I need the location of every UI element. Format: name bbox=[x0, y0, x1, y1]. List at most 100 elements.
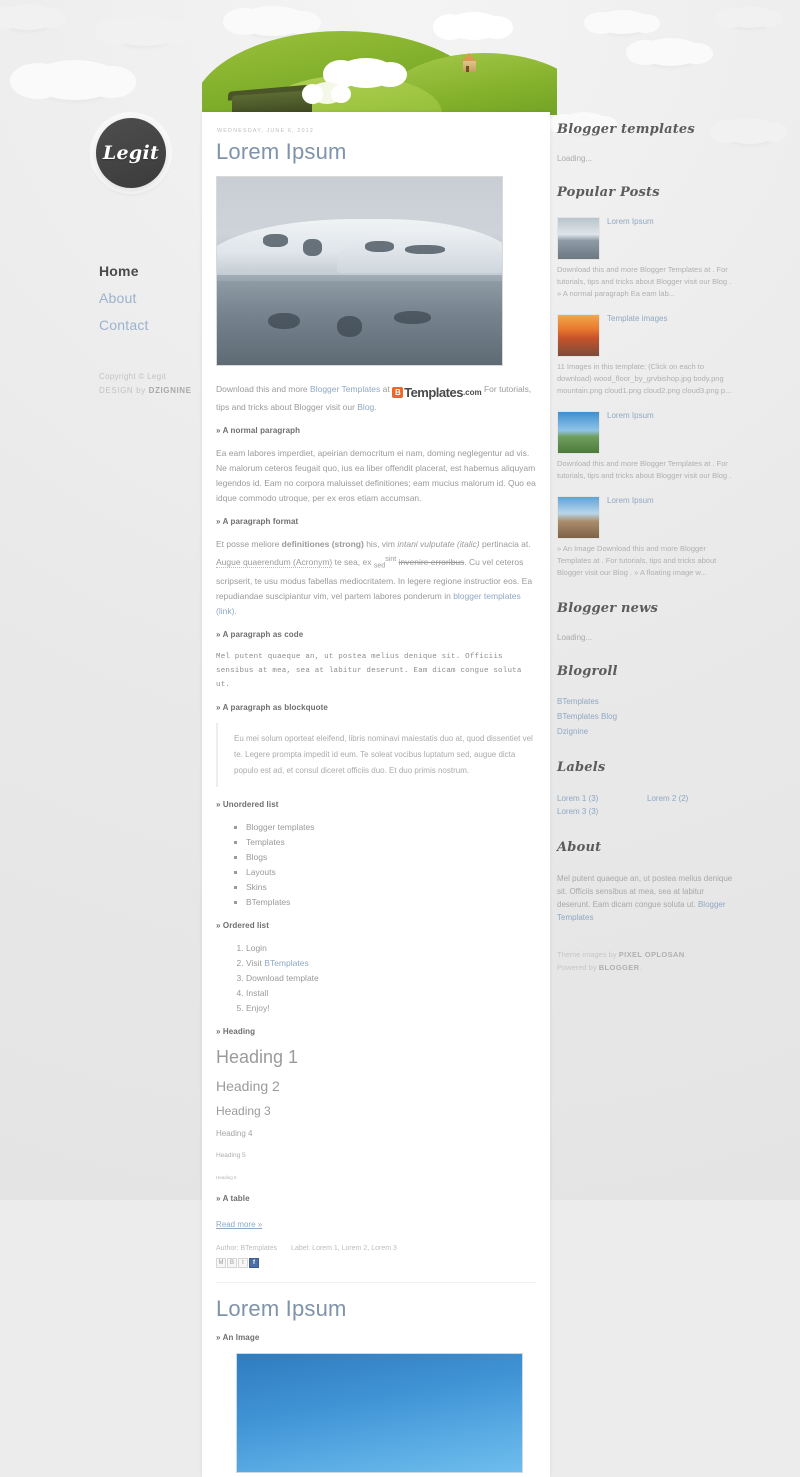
widget-labels: Labels Lorem 1 (3) Lorem 2 (2) Lorem 3 (… bbox=[557, 760, 737, 818]
share-blogthis-icon[interactable]: B bbox=[227, 1257, 237, 1268]
list-item: Layouts bbox=[246, 865, 536, 879]
popular-post-thumbnail[interactable] bbox=[557, 411, 600, 454]
unordered-list: Blogger templates Templates Blogs Layout… bbox=[216, 820, 536, 909]
powered-by-credit: Powered by BLOGGER. bbox=[557, 961, 737, 974]
popular-post-title[interactable]: Lorem Ipsum bbox=[607, 496, 654, 505]
popular-post-title[interactable]: Lorem Ipsum bbox=[607, 217, 654, 226]
heading-level-1: Heading 1 bbox=[216, 1046, 299, 1067]
share-twitter-icon[interactable]: t bbox=[238, 1257, 248, 1268]
theme-images-author[interactable]: PIXEL OPLOSAN bbox=[619, 950, 685, 959]
section-heading-heading: » Heading bbox=[216, 1026, 256, 1036]
list-item: Install bbox=[246, 986, 536, 1000]
popular-post-item: Template images 11 Images in this templa… bbox=[557, 314, 737, 397]
list-item: Templates bbox=[246, 835, 536, 849]
widget-title: About bbox=[557, 840, 602, 855]
fmt-text-4: te sea, ex bbox=[332, 557, 374, 568]
popular-post-title[interactable]: Template images bbox=[607, 314, 667, 323]
widget-blogger-news: Blogger news Loading... bbox=[557, 601, 737, 642]
theme-images-suffix: . bbox=[684, 950, 687, 959]
btemplates-logo[interactable]: B Templates .com bbox=[392, 385, 482, 400]
blogroll-link[interactable]: BTemplates Blog bbox=[557, 711, 737, 723]
nav-item-contact[interactable]: Contact bbox=[99, 314, 200, 336]
share-email-icon[interactable]: M bbox=[216, 1257, 226, 1268]
fmt-text-1: Et posse meliore bbox=[216, 539, 282, 550]
heading-level-5: Heading 5 bbox=[216, 1151, 246, 1159]
label-link[interactable]: Lorem 3 (3) bbox=[557, 805, 647, 818]
strong-text: definitiones (strong) bbox=[281, 539, 364, 550]
loading-text: Loading... bbox=[557, 633, 593, 642]
list-item: Blogs bbox=[246, 850, 536, 864]
heading-level-2: Heading 2 bbox=[216, 1077, 280, 1094]
post-date: WEDNESDAY, JUNE 6, 2012 bbox=[217, 128, 314, 134]
post-intro-paragraph: Download this and more Blogger Templates… bbox=[216, 382, 536, 415]
section-heading-normal-paragraph: » A normal paragraph bbox=[216, 426, 301, 436]
heading-level-3: Heading 3 bbox=[216, 1103, 271, 1118]
theme-images-prefix: Theme images by bbox=[557, 950, 619, 959]
section-heading-table: » A table bbox=[216, 1193, 250, 1203]
labels-list: Lorem 1 (3) Lorem 2 (2) Lorem 3 (3) bbox=[557, 792, 737, 818]
btemplates-tld: .com bbox=[462, 388, 482, 398]
popular-post-thumbnail[interactable] bbox=[557, 217, 600, 260]
section-heading-an-image: » An Image bbox=[216, 1332, 260, 1342]
post-divider bbox=[216, 1281, 536, 1283]
list-item: Blogger templates bbox=[246, 820, 536, 834]
post-labels: Label: Lorem 1, Lorem 2, Lorem 3 bbox=[291, 1244, 397, 1252]
fmt-text-3: pertinacia at. bbox=[479, 539, 531, 550]
widget-title: Blogger templates bbox=[557, 122, 695, 137]
site-logo[interactable]: Legit bbox=[96, 118, 166, 188]
list-item: Login bbox=[246, 941, 536, 955]
blogroll-link[interactable]: Dzignine bbox=[557, 726, 737, 738]
popular-post-item: Lorem Ipsum Download this and more Blogg… bbox=[557, 217, 737, 300]
intro-text-before: Download this and more bbox=[216, 384, 311, 395]
btemplates-list-link[interactable]: BTemplates bbox=[264, 958, 308, 968]
design-credit-name[interactable]: DZIGNINE bbox=[149, 386, 192, 395]
superscript-text: sint bbox=[385, 555, 397, 564]
subscript-text: sed bbox=[373, 561, 386, 570]
heading-level-4: Heading 4 bbox=[216, 1128, 253, 1138]
post-featured-image[interactable] bbox=[216, 176, 503, 367]
popular-post-item: Lorem Ipsum Download this and more Blogg… bbox=[557, 411, 737, 482]
widget-title: Blogger news bbox=[557, 601, 659, 616]
blogroll-link[interactable]: BTemplates bbox=[557, 696, 737, 708]
powered-by-platform[interactable]: BLOGGER bbox=[599, 963, 640, 972]
nav-item-about[interactable]: About bbox=[99, 287, 200, 309]
blogger-templates-link[interactable]: Blogger Templates bbox=[310, 384, 380, 394]
popular-post-thumbnail[interactable] bbox=[557, 314, 600, 357]
fmt-text-2: his, vim bbox=[363, 539, 398, 550]
about-text: Mel putent quaeque an, ut postea melius … bbox=[557, 872, 737, 924]
list-item: Visit BTemplates bbox=[246, 956, 536, 970]
label-link[interactable]: Lorem 2 (2) bbox=[647, 792, 737, 805]
popular-post-item: Lorem Ipsum » An Image Download this and… bbox=[557, 496, 737, 579]
widget-blogger-templates: Blogger templates Loading... bbox=[557, 122, 737, 163]
popular-post-title[interactable]: Lorem Ipsum bbox=[607, 411, 654, 420]
post-article: Lorem Ipsum » An Image bbox=[216, 1296, 536, 1477]
ordered-list: Login Visit BTemplates Download template… bbox=[216, 941, 536, 1015]
list-item-prefix: Visit bbox=[246, 957, 265, 968]
post-image[interactable] bbox=[236, 1352, 523, 1473]
section-heading-blockquote: » A paragraph as blockquote bbox=[216, 702, 328, 712]
list-item: Download template bbox=[246, 971, 536, 985]
section-heading-paragraph-format: » A paragraph format bbox=[216, 517, 299, 527]
list-item: BTemplates bbox=[246, 895, 536, 909]
blockquote: Eu mei solum oporteat eleifend, libris n… bbox=[216, 722, 536, 787]
code-block: Mel putent quaeque an, ut postea melius … bbox=[216, 652, 522, 689]
read-more-link[interactable]: Read more » bbox=[216, 1220, 262, 1229]
popular-post-snippet: Download this and more Blogger Templates… bbox=[557, 459, 732, 480]
list-item: Enjoy! bbox=[246, 1001, 536, 1015]
widget-blogroll: Blogroll BTemplates BTemplates Blog Dzig… bbox=[557, 664, 737, 738]
share-buttons: M B t f bbox=[216, 1257, 536, 1268]
nav-item-home[interactable]: Home bbox=[99, 260, 200, 282]
intro-text-end: . bbox=[374, 402, 377, 413]
share-facebook-icon[interactable]: f bbox=[249, 1257, 259, 1268]
intro-text-mid: at bbox=[380, 384, 393, 395]
label-link[interactable]: Lorem 1 (3) bbox=[557, 792, 647, 805]
popular-post-snippet: » An Image Download this and more Blogge… bbox=[557, 544, 717, 577]
blog-link[interactable]: Blog bbox=[357, 402, 374, 412]
normal-paragraph-text: Ea eam labores imperdiet, apeirian democ… bbox=[216, 448, 536, 504]
widget-popular-posts: Popular Posts Lorem Ipsum Download this … bbox=[557, 185, 737, 579]
popular-post-thumbnail[interactable] bbox=[557, 496, 600, 539]
post-title[interactable]: Lorem Ipsum bbox=[216, 1296, 536, 1321]
powered-by-suffix: . bbox=[639, 963, 642, 972]
widget-about: About Mel putent quaeque an, ut postea m… bbox=[557, 840, 737, 924]
post-title[interactable]: Lorem Ipsum bbox=[216, 139, 536, 164]
